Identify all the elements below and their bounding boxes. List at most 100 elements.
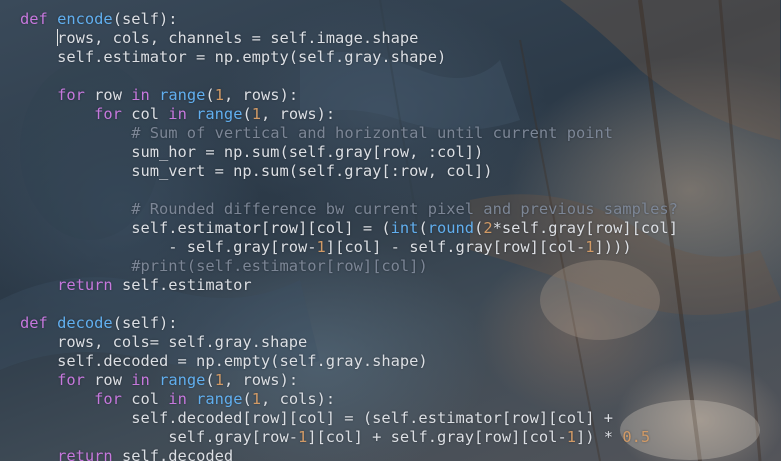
code-line[interactable]: # Rounded difference bw current pixel an… — [20, 200, 678, 219]
code-line[interactable]: def decode(self): — [20, 314, 678, 333]
code-line[interactable]: self.estimator[row][col] = (int(round(2*… — [20, 219, 678, 238]
code-token: self.decoded = np.empty(self.gray.shape) — [20, 352, 428, 370]
code-token: in — [131, 86, 150, 104]
code-token: def — [20, 314, 48, 332]
code-line[interactable]: # Sum of vertical and horizontal until c… — [20, 124, 678, 143]
code-line[interactable]: for col in range(1, cols): — [20, 390, 678, 409]
code-token: col — [121, 390, 169, 408]
code-token: in — [168, 105, 187, 123]
code-token: , rows): — [223, 86, 299, 104]
code-line[interactable]: sum_vert = np.sum(self.gray[:row, col]) — [20, 162, 678, 181]
code-editor[interactable]: def encode(self): rows, cols, channels =… — [0, 0, 781, 461]
code-token: decode — [57, 314, 113, 332]
code-line[interactable]: - self.gray[row-1][col] - self.gray[row]… — [20, 238, 678, 257]
code-token: return — [57, 447, 113, 461]
code-token: self.estimator — [112, 276, 252, 294]
code-line[interactable]: return self.estimator — [20, 276, 678, 295]
code-token: row — [84, 371, 132, 389]
code-line[interactable] — [20, 295, 678, 314]
code-token: 1 — [585, 238, 595, 256]
code-token: encode — [57, 10, 113, 28]
code-line[interactable]: for row in range(1, rows): — [20, 371, 678, 390]
code-token: self.gray[row- — [20, 428, 298, 446]
code-token: range — [159, 371, 206, 389]
code-token: ( — [205, 371, 215, 389]
code-token: ( — [242, 390, 252, 408]
code-token: in — [131, 371, 150, 389]
code-token: 1 — [297, 428, 308, 446]
code-token: 1 — [214, 86, 224, 104]
code-token: ( — [242, 105, 252, 123]
code-token: sum_hor = np.sum(self.gray[row, :col]) — [20, 143, 484, 161]
code-token: # Rounded difference bw current pixel an… — [131, 200, 678, 218]
code-token: 0.5 — [622, 428, 651, 446]
code-line[interactable]: return self.decoded — [20, 447, 678, 461]
code-token: ]))) — [594, 238, 632, 256]
code-token: ( — [205, 86, 215, 104]
code-token: int — [390, 219, 419, 237]
code-line[interactable] — [20, 67, 678, 86]
code-token: 1 — [251, 105, 262, 123]
code-token: ( — [418, 219, 428, 237]
code-token: ]) * — [576, 428, 623, 446]
code-token: , cols): — [261, 390, 336, 408]
code-token: self.decoded[row][col] = (self.estimator… — [20, 409, 614, 427]
code-token: self.decoded — [112, 447, 234, 461]
code-token: (self): — [112, 314, 178, 332]
code-token: ( — [474, 219, 484, 237]
code-token: def — [20, 10, 48, 28]
code-line[interactable]: rows, cols, channels = self.image.shape — [20, 29, 678, 48]
code-token: for — [94, 390, 122, 408]
code-line[interactable]: self.decoded = np.empty(self.gray.shape) — [20, 352, 678, 371]
code-token: - self.gray[row- — [20, 238, 317, 256]
code-line[interactable]: sum_hor = np.sum(self.gray[row, :col]) — [20, 143, 678, 162]
code-line[interactable]: for row in range(1, rows): — [20, 86, 678, 105]
code-line[interactable]: #print(self.estimator[row][col]) — [20, 257, 678, 276]
code-line[interactable] — [20, 181, 678, 200]
code-line[interactable]: def encode(self): — [20, 10, 678, 29]
code-token: 1 — [566, 428, 576, 446]
code-token: ][col] + self.gray[row][col- — [307, 428, 567, 446]
code-token: range — [196, 105, 243, 123]
code-token: rows, cols= self.gray.shape — [20, 333, 308, 351]
code-token: rows, cols, channels = self.image.shape — [57, 29, 419, 47]
code-token: # Sum of vertical and horizontal until c… — [131, 124, 614, 142]
code-token: self.estimator[row][col] = ( — [20, 219, 391, 237]
code-token: for — [94, 105, 122, 123]
code-token: for — [57, 371, 85, 389]
code-line[interactable]: self.gray[row-1][col] + self.gray[row][c… — [20, 428, 678, 447]
code-token: self.estimator = np.empty(self.gray.shap… — [20, 48, 447, 66]
code-line[interactable]: self.estimator = np.empty(self.gray.shap… — [20, 48, 678, 67]
code-token: *self.gray[row][col] — [492, 219, 678, 237]
code-line[interactable]: for col in range(1, rows): — [20, 105, 678, 124]
code-token: 1 — [316, 238, 326, 256]
code-area[interactable]: def encode(self): rows, cols, channels =… — [20, 10, 678, 461]
code-line[interactable]: self.decoded[row][col] = (self.estimator… — [20, 409, 678, 428]
code-line[interactable]: rows, cols= self.gray.shape — [20, 333, 678, 352]
code-token: , rows): — [261, 105, 336, 123]
code-token: row — [84, 86, 132, 104]
code-token: 2 — [483, 219, 493, 237]
code-token: for — [57, 86, 85, 104]
code-token: sum_vert = np.sum(self.gray[:row, col]) — [20, 162, 493, 180]
code-token: range — [159, 86, 206, 104]
code-token: , rows): — [223, 371, 299, 389]
code-token: round — [427, 219, 475, 237]
code-token: 1 — [251, 390, 262, 408]
